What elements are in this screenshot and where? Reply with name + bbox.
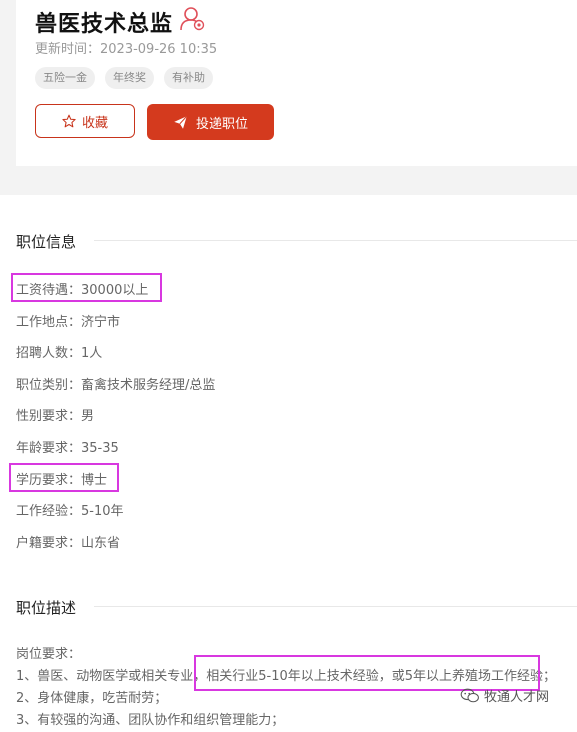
info-gender: 性别要求：男 [16, 409, 95, 425]
apply-label: 投递职位 [195, 116, 248, 132]
highlight-box-education [9, 463, 119, 492]
job-header-card: 兽医技术总监 更新时间：2023-09-26 10:35 五险一金 年终奖 有补… [16, 0, 577, 166]
favorite-button[interactable]: 收藏 [35, 104, 135, 138]
benefit-tag: 年终奖 [105, 67, 154, 89]
apply-button[interactable]: 投递职位 [147, 104, 274, 140]
benefit-tags: 五险一金 年终奖 有补助 [35, 67, 213, 89]
section-title-description: 职位描述 [16, 599, 77, 617]
star-icon [62, 114, 76, 128]
description-line: 3、有较强的沟通、团队协作和组织管理能力； [16, 713, 285, 728]
send-icon [174, 115, 188, 129]
section-title-info: 职位信息 [16, 233, 77, 251]
benefit-tag: 五险一金 [35, 67, 95, 89]
info-location: 工作地点：济宁市 [16, 314, 121, 330]
favorite-label: 收藏 [81, 115, 108, 131]
info-hukou: 户籍要求：山东省 [16, 535, 121, 551]
job-title: 兽医技术总监 [35, 12, 174, 37]
benefit-tag: 有补助 [164, 67, 213, 89]
highlight-box-salary [11, 273, 162, 302]
user-verify-icon [180, 7, 205, 31]
section-divider [94, 240, 577, 241]
description-text: 1、兽医、动物医学或相关专业， [16, 669, 207, 684]
job-info-list: 工资待遇：30000以上 工作地点：济宁市 招聘人数：1人 职位类别：畜禽技术服… [16, 280, 215, 564]
watermark-text: 牧通人才网 [484, 690, 550, 705]
info-experience: 工作经验：5-10年 [16, 504, 124, 520]
watermark: 牧通人才网 [460, 686, 549, 705]
section-divider [94, 606, 577, 607]
info-category: 职位类别：畜禽技术服务经理/总监 [16, 377, 216, 393]
update-time: 更新时间：2023-09-26 10:35 [35, 42, 218, 57]
wechat-logo-icon [460, 688, 479, 702]
info-headcount: 招聘人数：1人 [16, 346, 103, 362]
